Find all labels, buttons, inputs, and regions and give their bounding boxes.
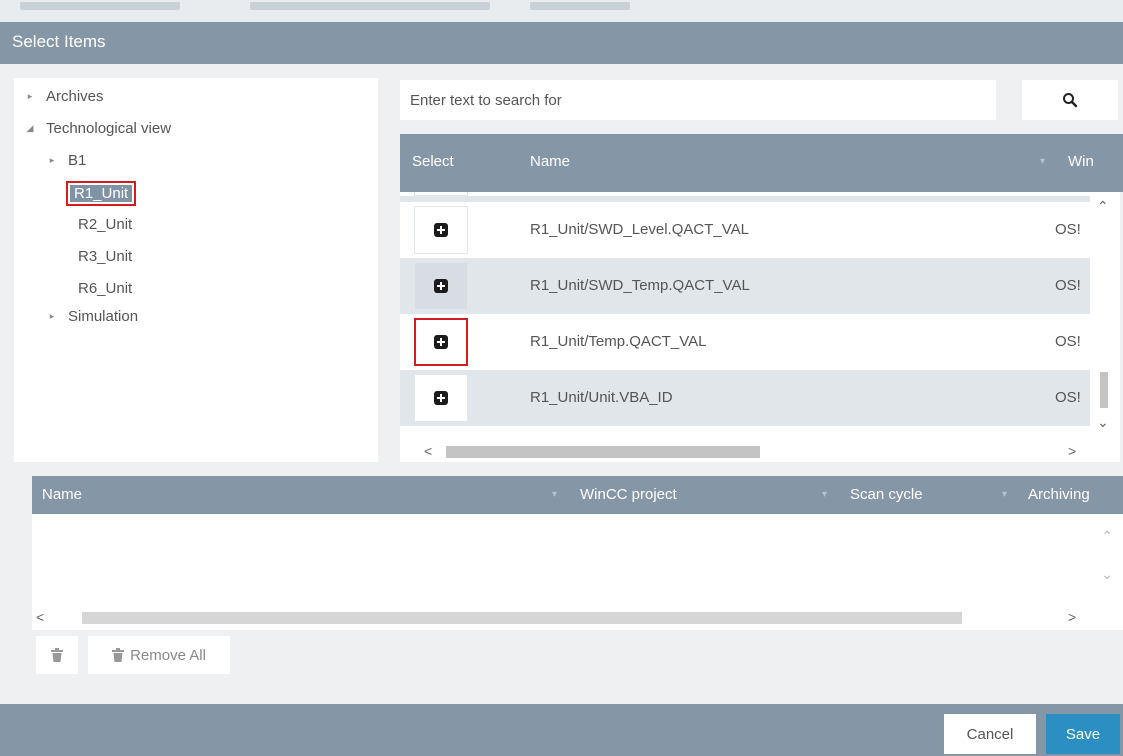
row-name: R1_Unit/Temp.QACT_VAL bbox=[530, 333, 707, 350]
scroll-thumb[interactable] bbox=[446, 446, 760, 458]
chevron-down-icon[interactable]: ⌄ bbox=[1101, 566, 1113, 583]
tree-item-technological-view[interactable]: ◢ Technological view bbox=[24, 116, 172, 140]
column-header-name[interactable]: Name bbox=[530, 153, 570, 170]
chevron-down-icon[interactable]: ▾ bbox=[1002, 489, 1007, 500]
tree-item-label: B1 bbox=[68, 151, 87, 169]
tree-panel: ▸ Archives ◢ Technological view ▸ B1 R1_… bbox=[14, 78, 378, 462]
row-name: R1_Unit/SWD_Level.QACT_VAL bbox=[530, 221, 749, 238]
add-item-button[interactable] bbox=[414, 374, 468, 422]
grid-horizontal-scrollbar[interactable]: < > bbox=[400, 440, 1090, 462]
remove-all-label: Remove All bbox=[130, 646, 206, 664]
column-header-win[interactable]: Win bbox=[1068, 153, 1094, 170]
remove-all-button[interactable]: Remove All bbox=[88, 636, 230, 674]
tree-item-r1-unit[interactable]: R1_Unit bbox=[66, 176, 137, 210]
search-input[interactable] bbox=[400, 80, 996, 120]
column-header-wincc-project[interactable]: WinCC project bbox=[580, 486, 677, 503]
row-name: R1_Unit/SWD_Temp.QACT_VAL bbox=[530, 277, 750, 294]
selected-items-body: ⌃ ⌄ bbox=[32, 514, 1123, 606]
row-win: OS! bbox=[1055, 333, 1081, 350]
dialog-footer: Cancel Save bbox=[0, 704, 1123, 756]
caret-right-icon[interactable]: ▸ bbox=[24, 91, 36, 102]
tree-item-b1[interactable]: ▸ B1 bbox=[46, 148, 87, 172]
caret-right-icon[interactable]: ▸ bbox=[46, 311, 58, 322]
background-blur bbox=[250, 2, 490, 10]
tree-item-r6-unit[interactable]: R6_Unit bbox=[78, 276, 132, 300]
add-item-button[interactable] bbox=[414, 262, 468, 310]
chevron-right-icon[interactable]: > bbox=[1068, 609, 1076, 625]
plus-square-icon bbox=[434, 391, 448, 405]
plus-square-icon bbox=[434, 279, 448, 293]
chevron-up-icon[interactable]: ⌃ bbox=[1097, 198, 1109, 215]
chevron-left-icon[interactable]: < bbox=[36, 609, 44, 625]
dialog-content: ▸ Archives ◢ Technological view ▸ B1 R1_… bbox=[0, 64, 1123, 704]
scroll-thumb[interactable] bbox=[82, 612, 962, 624]
dialog-titlebar: Select Items bbox=[0, 22, 1123, 64]
chevron-down-icon[interactable]: ▾ bbox=[822, 489, 827, 500]
save-button[interactable]: Save bbox=[1046, 714, 1120, 754]
dialog-title: Select Items bbox=[12, 32, 106, 51]
selected-horizontal-scrollbar[interactable]: < > bbox=[32, 606, 1123, 630]
tree-item-label: R1_Unit bbox=[66, 180, 137, 206]
tree-item-label: R3_Unit bbox=[78, 247, 133, 265]
select-items-dialog: Select Items ▸ Archives ◢ Technological … bbox=[0, 22, 1123, 756]
selected-items-header: Name ▾ WinCC project ▾ Scan cycle ▾ Arch… bbox=[32, 476, 1123, 514]
plus-square-icon bbox=[434, 335, 448, 349]
delete-button[interactable] bbox=[36, 636, 78, 674]
plus-square-icon bbox=[434, 223, 448, 237]
row-win: OS! bbox=[1055, 277, 1081, 294]
tree-item-label: Technological view bbox=[46, 119, 172, 137]
items-grid-header: Select Name ▾ Win bbox=[400, 134, 1123, 192]
chevron-left-icon[interactable]: < bbox=[424, 443, 432, 459]
tree-item-label: Archives bbox=[46, 87, 104, 105]
add-item-button[interactable] bbox=[414, 206, 468, 254]
column-header-select[interactable]: Select bbox=[412, 153, 454, 170]
column-header-name[interactable]: Name bbox=[42, 486, 82, 503]
tree-item-label: Simulation bbox=[68, 307, 139, 325]
cancel-button[interactable]: Cancel bbox=[944, 714, 1036, 754]
row-win: OS! bbox=[1055, 221, 1081, 238]
row-name: R1_Unit/Unit.VBA_ID bbox=[530, 389, 673, 406]
table-row[interactable]: R1_Unit/Unit.VBA_ID OS! bbox=[400, 370, 1090, 426]
tree-item-r2-unit[interactable]: R2_Unit bbox=[78, 212, 132, 236]
add-item-button[interactable] bbox=[414, 318, 468, 366]
caret-down-icon[interactable]: ◢ bbox=[24, 123, 36, 134]
search-button[interactable] bbox=[1022, 80, 1118, 120]
chevron-down-icon[interactable]: ▾ bbox=[1040, 156, 1045, 167]
tree-item-simulation[interactable]: ▸ Simulation bbox=[46, 304, 138, 328]
table-row[interactable]: R1_Unit/Temp.QACT_VAL OS! bbox=[400, 314, 1090, 370]
grid-vertical-scrollbar[interactable]: ⌃ ⌄ bbox=[1090, 192, 1120, 462]
chevron-down-icon[interactable]: ▾ bbox=[552, 489, 557, 500]
caret-right-icon[interactable]: ▸ bbox=[46, 155, 58, 166]
background-blur bbox=[20, 2, 180, 10]
tree-item-archives[interactable]: ▸ Archives bbox=[24, 84, 104, 108]
trash-icon bbox=[51, 648, 63, 662]
table-row[interactable]: R1_Unit/SWD_Level.QACT_VAL OS! bbox=[400, 202, 1090, 258]
scroll-thumb[interactable] bbox=[1100, 372, 1108, 408]
column-header-scan-cycle[interactable]: Scan cycle bbox=[850, 486, 923, 503]
tree-item-r3-unit[interactable]: R3_Unit bbox=[78, 244, 132, 268]
row-win: OS! bbox=[1055, 389, 1081, 406]
search-icon bbox=[1063, 93, 1078, 108]
items-grid-body: R1_Unit/SWD_Level.QACT_VAL OS! R1_Unit/S… bbox=[400, 192, 1090, 440]
chevron-down-icon[interactable]: ⌄ bbox=[1097, 414, 1109, 431]
tree-item-label: R2_Unit bbox=[78, 215, 133, 233]
tree-item-label: R6_Unit bbox=[78, 279, 133, 297]
column-header-archiving[interactable]: Archiving bbox=[1028, 486, 1090, 503]
background-app-strip bbox=[0, 0, 1123, 22]
chevron-right-icon[interactable]: > bbox=[1068, 443, 1076, 459]
background-blur bbox=[530, 2, 630, 10]
trash-icon bbox=[112, 648, 125, 662]
chevron-up-icon[interactable]: ⌃ bbox=[1101, 528, 1113, 545]
table-row[interactable]: R1_Unit/SWD_Temp.QACT_VAL OS! bbox=[400, 258, 1090, 314]
